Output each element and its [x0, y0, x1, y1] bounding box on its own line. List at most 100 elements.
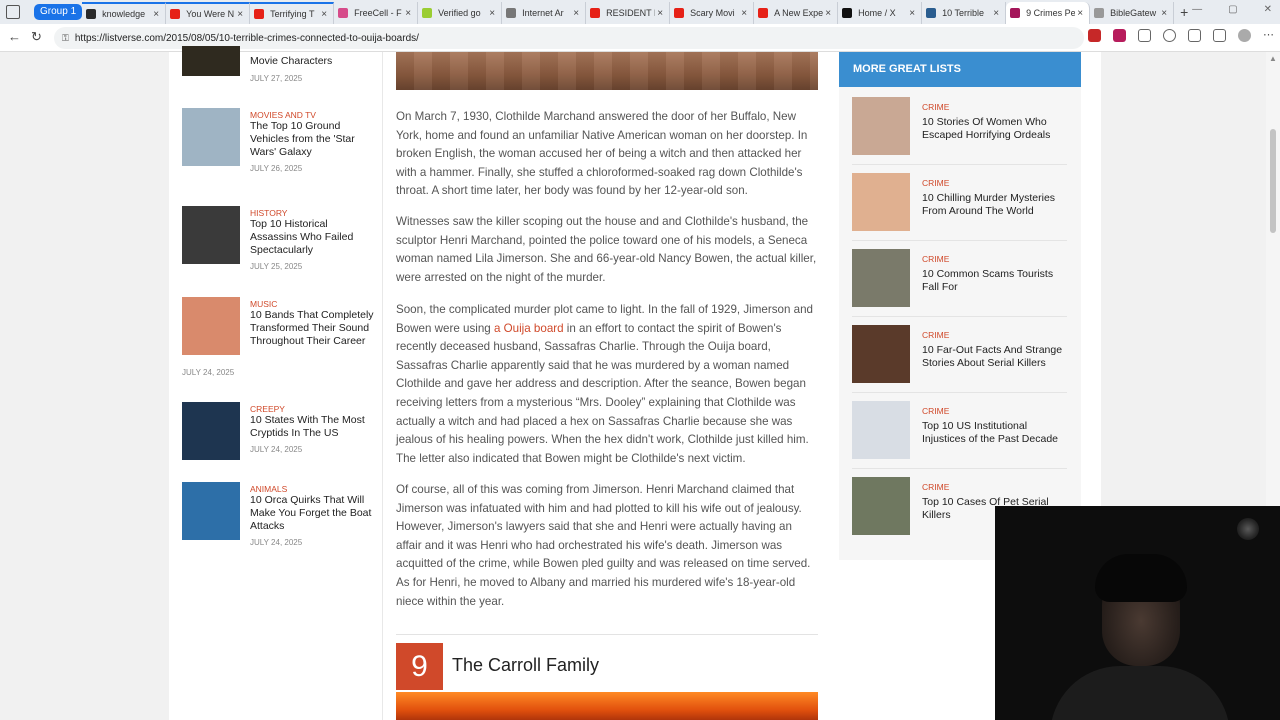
new-tab-icon[interactable]: + — [1180, 4, 1188, 20]
tab-favicon-icon — [926, 8, 937, 18]
browser-tab[interactable]: knowledge × — [82, 2, 167, 24]
list-item-category[interactable]: MUSIC — [250, 299, 277, 309]
tab-close-icon[interactable]: × — [571, 8, 581, 19]
scrollbar-thumb[interactable] — [1270, 129, 1276, 233]
thumbnail-image[interactable] — [852, 173, 910, 231]
list-item-title[interactable]: 10 Bands That Completely Transformed The… — [250, 309, 375, 348]
extensions-icon[interactable] — [1138, 29, 1151, 42]
item-divider — [852, 316, 1067, 317]
scroll-up-icon[interactable]: ▲ — [1269, 54, 1277, 63]
tab-title: 10 Terrible — [942, 8, 984, 18]
thumbnail-image[interactable] — [182, 297, 240, 355]
list-item-category[interactable]: CRIME — [922, 178, 949, 188]
tab-close-icon[interactable]: × — [823, 8, 833, 19]
tab-title: Home / X — [858, 8, 896, 18]
list-item-title[interactable]: 10 Far-Out Facts And Strange Stories Abo… — [922, 344, 1072, 370]
tab-favicon-icon — [842, 8, 853, 18]
list-item-title[interactable]: 10 States With The Most Cryptids In The … — [250, 414, 375, 440]
article-paragraph: Soon, the complicated murder plot came t… — [396, 301, 818, 468]
browser-tab[interactable]: Verified go × — [418, 2, 503, 24]
browser-tab[interactable]: Home / X × — [838, 2, 923, 24]
browser-tab[interactable]: RESIDENT E × — [586, 2, 671, 24]
browser-tab[interactable]: BibleGatew × — [1090, 2, 1175, 24]
list-item-category[interactable]: CRIME — [922, 482, 949, 492]
thumbnail-image[interactable] — [182, 206, 240, 264]
tab-close-icon[interactable]: × — [151, 9, 161, 20]
list-item-category[interactable]: HISTORY — [250, 208, 287, 218]
thumbnail-image[interactable] — [182, 108, 240, 166]
maximize-icon[interactable]: ▢ — [1228, 4, 1237, 15]
tab-close-icon[interactable]: × — [655, 8, 665, 19]
browser-tab[interactable]: FreeCell - F × — [334, 2, 419, 24]
close-window-icon[interactable]: ✕ — [1264, 4, 1272, 15]
back-icon[interactable]: ← — [8, 29, 21, 44]
minimize-icon[interactable]: — — [1192, 4, 1202, 15]
thumbnail-image[interactable] — [182, 402, 240, 460]
tab-close-icon[interactable]: × — [487, 8, 497, 19]
tab-favicon-icon — [674, 8, 685, 18]
tab-close-icon[interactable]: × — [319, 9, 329, 20]
thumbnail-image[interactable] — [852, 325, 910, 383]
list-item-category[interactable]: CRIME — [922, 254, 949, 264]
list-item-category[interactable]: CRIME — [922, 102, 949, 112]
thumbnail-image[interactable] — [852, 477, 910, 535]
thumbnail-image[interactable] — [852, 401, 910, 459]
favorites-icon[interactable] — [1188, 29, 1201, 42]
extensions-row: ⋯ — [1088, 29, 1280, 42]
list-item-title[interactable]: Top 10 US Institutional Injustices of th… — [922, 420, 1072, 446]
tab-close-icon[interactable]: × — [991, 8, 1001, 19]
list-item-title[interactable]: 10 Chilling Murder Mysteries From Around… — [922, 192, 1072, 218]
browser-tab[interactable]: You Were N × — [166, 2, 251, 24]
list-item-category[interactable]: MOVIES AND TV — [250, 110, 316, 120]
item-divider — [852, 468, 1067, 469]
tab-close-icon[interactable]: × — [739, 8, 749, 19]
list-item-title[interactable]: Top 10 Historical Assassins Who Failed S… — [250, 218, 375, 257]
list-item-category[interactable]: CRIME — [922, 406, 949, 416]
list-item-category[interactable]: CREEPY — [250, 404, 285, 414]
list-item-title[interactable]: 10 Common Scams Tourists Fall For — [922, 268, 1072, 294]
extension-shield-icon[interactable] — [1088, 29, 1101, 42]
tab-close-icon[interactable]: × — [907, 8, 917, 19]
list-item-category[interactable]: ANIMALS — [250, 484, 287, 494]
browser-tab[interactable]: Internet Ar × — [502, 2, 587, 24]
thumbnail-image[interactable] — [852, 249, 910, 307]
url-text: https://listverse.com/2015/08/05/10-terr… — [74, 32, 419, 44]
ouija-board-link[interactable]: a Ouija board — [494, 322, 564, 335]
list-item-title[interactable]: Movie Characters — [250, 55, 375, 68]
refresh-icon[interactable]: ↻ — [31, 29, 42, 45]
section-divider — [396, 634, 818, 635]
list-item-title[interactable]: The Top 10 Ground Vehicles from the 'Sta… — [250, 120, 375, 159]
article-paragraph: Of course, all of this was coming from J… — [396, 483, 811, 608]
extension-badge-icon[interactable] — [1113, 29, 1126, 42]
site-info-icon[interactable]: ⚿ — [62, 33, 69, 44]
browser-tab[interactable]: 9 Crimes Pe × — [1006, 2, 1091, 24]
browser-tab[interactable]: Terrifying T × — [250, 2, 335, 24]
article-paragraph: On March 7, 1930, Clothilde Marchand ans… — [396, 110, 808, 198]
list-item-date: JULY 24, 2025 — [250, 538, 303, 547]
thumbnail-image[interactable] — [852, 97, 910, 155]
tab-group-label[interactable]: Group 1 — [34, 4, 83, 20]
collections-icon[interactable] — [1213, 29, 1226, 42]
profile-avatar-icon[interactable] — [1238, 29, 1251, 42]
thumbnail-image[interactable] — [182, 482, 240, 540]
webcam-overlay — [995, 506, 1280, 720]
list-item-category[interactable]: CRIME — [922, 330, 949, 340]
tab-title: Verified go — [438, 8, 481, 18]
tab-favicon-icon — [590, 8, 601, 18]
list-item-title[interactable]: 10 Stories Of Women Who Escaped Horrifyi… — [922, 116, 1072, 142]
list-item-date: JULY 24, 2025 — [182, 368, 235, 377]
tab-close-icon[interactable]: × — [1075, 8, 1085, 19]
browser-tab[interactable]: Scary Movi × — [670, 2, 755, 24]
tab-favicon-icon — [1094, 8, 1105, 18]
list-item-title[interactable]: 10 Orca Quirks That Will Make You Forget… — [250, 494, 375, 533]
section-image — [396, 692, 818, 720]
more-menu-icon[interactable]: ⋯ — [1263, 29, 1276, 42]
thumbnail-image[interactable] — [182, 46, 240, 76]
performance-icon[interactable] — [1163, 29, 1176, 42]
browser-tab[interactable]: A New Expe × — [754, 2, 839, 24]
tab-close-icon[interactable]: × — [403, 8, 413, 19]
tab-close-icon[interactable]: × — [235, 9, 245, 20]
tab-actions-icon[interactable] — [6, 5, 20, 19]
browser-tab[interactable]: 10 Terrible × — [922, 2, 1007, 24]
tab-close-icon[interactable]: × — [1159, 8, 1169, 19]
